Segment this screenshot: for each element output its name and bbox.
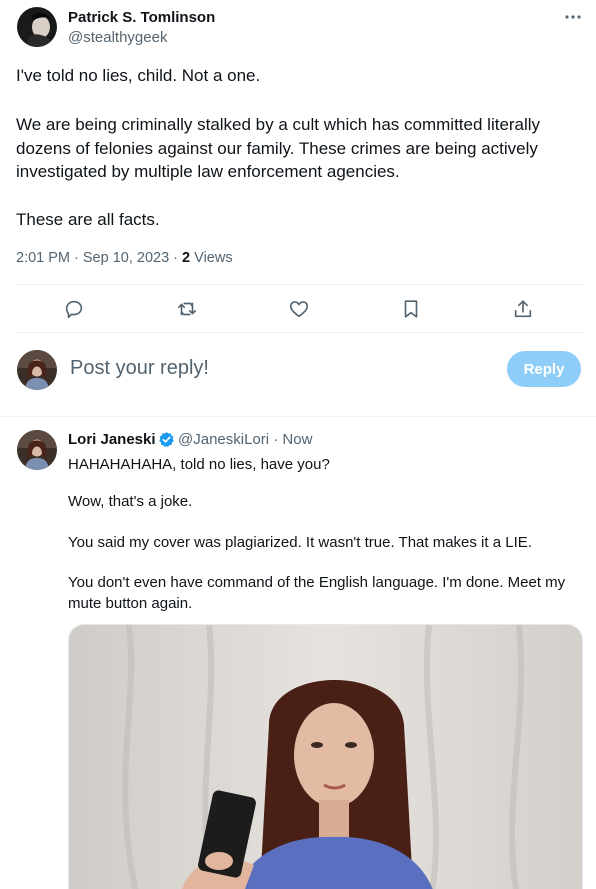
section-divider [0,416,596,417]
tweet-timestamp[interactable]: 2:01 PM · Sep 10, 2023 · [16,250,182,266]
reply-media-image[interactable] [68,624,583,889]
reply-paragraph: HAHAHAHAHA, told no lies, have you? [68,456,330,473]
reply-author-handle[interactable]: @JaneskiLori · Now [178,431,312,448]
divider [16,332,584,333]
views-label: Views [190,250,233,266]
tweet-paragraph: These are all facts. [16,210,160,229]
tweet-meta: 2:01 PM · Sep 10, 2023 · 2 Views [16,250,233,266]
reply-input[interactable]: Post your reply! [70,357,209,380]
more-options-icon[interactable] [563,7,583,27]
author-avatar[interactable] [17,7,57,47]
reply-author-name[interactable]: Lori Janeski [68,431,156,448]
tweet-paragraph: We are being criminally stalked by a cul… [16,115,541,181]
comment-icon[interactable] [63,298,85,320]
verified-badge-icon [158,431,175,448]
reply-author-avatar[interactable] [17,430,57,470]
author-handle[interactable]: @stealthygeek [68,29,167,46]
reply-paragraph: Wow, that's a joke. [68,493,193,510]
views-count: 2 [182,250,191,266]
main-tweet: Patrick S. Tomlinson @stealthygeek I've … [0,0,596,417]
tweet-paragraph: I've told no lies, child. Not a one. [16,66,261,85]
author-name[interactable]: Patrick S. Tomlinson [68,9,215,26]
current-user-avatar[interactable] [17,350,57,390]
share-icon[interactable] [512,298,534,320]
reply-paragraph: You said my cover was plagiarized. It wa… [68,534,532,551]
reply-paragraph: You don't even have command of the Engli… [68,574,566,612]
bookmark-icon[interactable] [400,298,422,320]
heart-icon[interactable] [288,298,310,320]
divider [16,284,584,285]
reply-button[interactable]: Reply [507,351,581,387]
retweet-icon[interactable] [176,298,198,320]
